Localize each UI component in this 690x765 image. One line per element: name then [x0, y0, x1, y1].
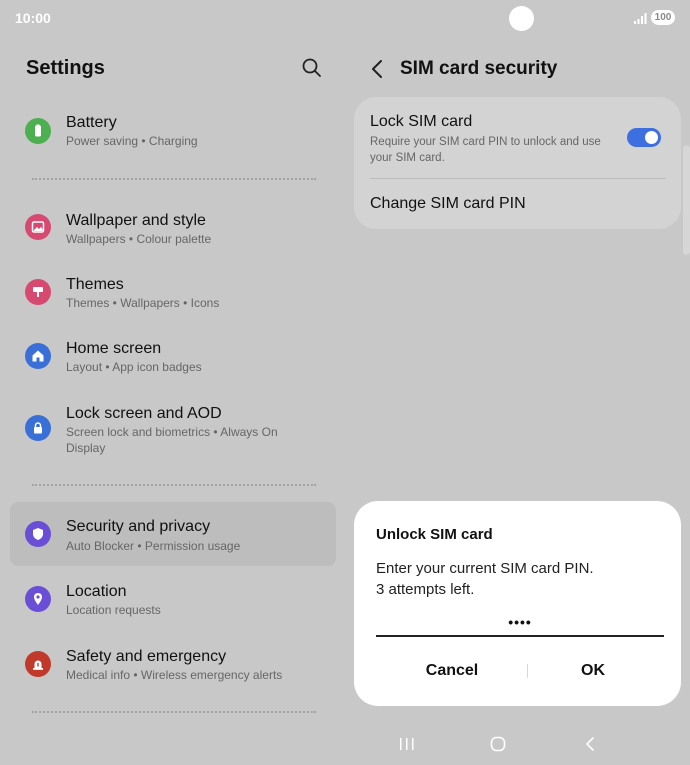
lock-sim-description: Require your SIM card PIN to unlock and … — [370, 136, 601, 164]
home-nav-icon[interactable] — [489, 736, 507, 752]
wallpaper-icon — [25, 214, 51, 240]
ok-button[interactable]: OK — [533, 656, 653, 686]
shield-icon — [25, 521, 51, 547]
settings-item-security[interactable]: Security and privacy Auto Blocker • Perm… — [10, 502, 336, 566]
unlock-sim-dialog: Unlock SIM card Enter your current SIM c… — [354, 501, 681, 706]
settings-item-title: Location — [66, 583, 127, 600]
sim-settings-card: Lock SIM card Require your SIM card PIN … — [354, 97, 681, 229]
card-divider — [370, 178, 666, 179]
detail-title: SIM card security — [400, 58, 558, 79]
cancel-button[interactable]: Cancel — [392, 656, 512, 686]
settings-item-subtitle: Screen lock and biometrics • Always On D… — [66, 425, 278, 455]
settings-item-themes[interactable]: Themes Themes • Wallpapers • Icons — [10, 268, 336, 322]
settings-item-subtitle: Auto Blocker • Permission usage — [66, 539, 241, 553]
battery-icon — [25, 118, 51, 144]
lock-icon — [25, 415, 51, 441]
status-bar: 10:00 100 — [0, 0, 690, 36]
settings-item-location[interactable]: Location Location requests — [10, 575, 336, 629]
battery-indicator: 100 — [651, 10, 675, 25]
section-divider — [32, 711, 316, 713]
recents-icon[interactable] — [398, 736, 416, 752]
dialog-message-line: Enter your current SIM card PIN. — [376, 560, 594, 577]
settings-item-battery[interactable]: Battery Power saving • Charging — [10, 106, 336, 160]
toggle-knob — [645, 131, 658, 144]
settings-item-title: Themes — [66, 276, 124, 293]
settings-item-subtitle: Power saving • Charging — [66, 134, 198, 148]
lock-sim-toggle[interactable] — [627, 128, 661, 147]
emergency-icon — [25, 651, 51, 677]
change-sim-pin-item[interactable]: Change SIM card PIN — [370, 195, 526, 213]
settings-item-title: Battery — [66, 114, 117, 131]
settings-item-title: Lock screen and AOD — [66, 405, 222, 422]
settings-item-subtitle: Layout • App icon badges — [66, 360, 202, 374]
location-pin-icon — [25, 586, 51, 612]
lock-sim-title: Lock SIM card — [370, 113, 473, 130]
themes-icon — [25, 279, 51, 305]
settings-item-subtitle: Location requests — [66, 603, 161, 617]
settings-item-title: Home screen — [66, 340, 162, 357]
settings-item-home-screen[interactable]: Home screen Layout • App icon badges — [10, 332, 336, 386]
pane-resize-handle[interactable] — [683, 145, 690, 255]
page-title: Settings — [26, 57, 105, 79]
back-arrow-icon[interactable] — [368, 58, 388, 80]
settings-item-wallpaper[interactable]: Wallpaper and style Wallpapers • Colour … — [10, 204, 336, 258]
button-separator — [527, 664, 528, 678]
dialog-title: Unlock SIM card — [376, 526, 493, 543]
settings-item-lock-screen[interactable]: Lock screen and AOD Screen lock and biom… — [10, 397, 336, 467]
attempts-left-text: 3 attempts left. — [376, 581, 475, 598]
back-nav-icon[interactable] — [582, 736, 598, 752]
settings-item-subtitle: Themes • Wallpapers • Icons — [66, 296, 220, 310]
section-divider — [32, 178, 316, 180]
status-time: 10:00 — [15, 10, 51, 26]
settings-item-title: Safety and emergency — [66, 648, 227, 665]
signal-icon — [634, 13, 647, 24]
pin-input[interactable] — [376, 609, 664, 637]
settings-item-safety[interactable]: Safety and emergency Medical info • Wire… — [10, 640, 336, 694]
settings-item-title: Security and privacy — [66, 518, 211, 535]
search-icon[interactable] — [300, 56, 324, 80]
settings-item-title: Wallpaper and style — [66, 212, 206, 229]
settings-item-subtitle: Medical info • Wireless emergency alerts — [66, 668, 283, 682]
section-divider — [32, 484, 316, 486]
dialog-message: Enter your current SIM card PIN. 3 attem… — [376, 558, 594, 600]
home-icon — [25, 343, 51, 369]
camera-cutout — [509, 6, 534, 31]
settings-item-subtitle: Wallpapers • Colour palette — [66, 232, 212, 246]
